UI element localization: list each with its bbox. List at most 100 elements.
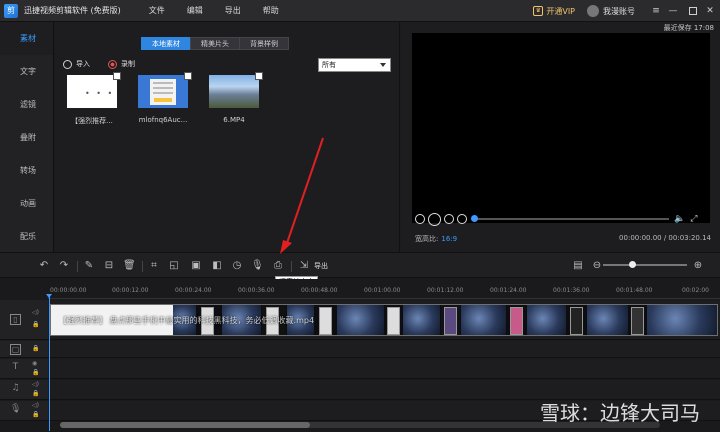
speed-icon[interactable]: ◷ [231,260,243,272]
video-lane: 【强烈推荐】 盘点那些手机中最实用的科技黑科技，务必低调收藏.mp4 [48,300,720,340]
nav-item-material[interactable]: 素材 [0,22,53,55]
undo-icon[interactable]: ↶ [38,260,50,272]
text-lane[interactable] [48,359,720,379]
microphone-icon[interactable]: 🎙 [251,260,264,272]
prev-frame-button[interactable] [415,214,425,224]
media-item[interactable]: • • • 【强烈推荐... [63,72,121,126]
nav-item-overlay[interactable]: 叠附 [0,121,53,154]
text-track-header: T ◉ 🔒 [0,359,48,379]
overlay-track-header: ▢ 🔒 [0,341,48,358]
mute-icon[interactable]: ◁) [32,381,39,388]
playback-controls: 🔈 ⤢ [415,212,715,226]
crop-icon[interactable]: ⌗ [148,260,160,272]
nav-item-animation[interactable]: 动画 [0,187,53,220]
playhead[interactable] [49,295,50,431]
lock-icon[interactable]: 🔒 [32,345,39,352]
document-image [150,79,176,105]
left-nav: 素材 文字 滤镜 叠附 转场 动画 配乐 [0,22,54,252]
export-icon[interactable]: ⇲ [298,260,310,272]
menu-edit[interactable]: 编辑 [187,5,203,16]
ruler-label: 00:00:24.00 [175,287,212,294]
overlay-lane[interactable] [48,341,720,358]
ruler-label: 00:01:00.00 [364,287,401,294]
record-button[interactable]: 录制 [108,59,135,69]
media-thumbnail [138,72,192,108]
playback-progress[interactable] [471,215,669,222]
select-checkbox[interactable] [113,72,121,80]
title-bar: 剪 迅捷视频剪辑软件 (免费版) 文件 编辑 导出 帮助 ♛ 开通VIP 我漫账… [0,0,720,22]
lock-icon[interactable]: 🔒 [32,411,39,418]
video-track-icon: ▯ [10,314,21,325]
account-button[interactable]: 我漫账号 [587,5,635,17]
ruler-label: 00:00:36.00 [238,287,275,294]
voice-track-icon: 🎙 [10,404,22,414]
nav-item-filter[interactable]: 滤镜 [0,88,53,121]
volume-icon[interactable]: 🔈 [674,214,685,224]
redo-icon[interactable]: ↷ [58,260,70,272]
ruler-label: 00:00:00.00 [50,287,87,294]
next-frame-button[interactable] [444,214,454,224]
freeze-icon[interactable]: ◧ [211,260,223,272]
minimize-icon[interactable]: — [666,6,680,16]
mosaic-icon[interactable]: ▣ [190,260,202,272]
ruler-label: 00:02:00 [682,287,709,294]
media-item[interactable]: 6.MP4 [205,72,263,126]
nav-item-text[interactable]: 文字 [0,55,53,88]
zoom-in-icon[interactable]: ⊕ [692,260,704,272]
fullscreen-icon[interactable]: ⤢ [690,214,697,224]
lock-icon[interactable]: 🔒 [32,390,39,397]
media-thumbnail: • • • [67,72,121,108]
aspect-ratio-value[interactable]: 16:9 [441,235,457,243]
stop-button[interactable] [457,214,467,224]
aspect-ratio[interactable]: 宽高比: 16:9 [415,234,457,244]
tab-local-media[interactable]: 本地素材 [141,37,191,50]
vip-button[interactable]: ♛ 开通VIP [533,6,575,17]
import-button[interactable]: 导入 [63,59,90,69]
scale-icon[interactable]: ◱ [168,260,180,272]
music-track-icon: ♫ [11,383,20,393]
mute-icon[interactable]: ◁) [32,309,39,316]
lock-icon[interactable]: 🔒 [32,321,39,328]
nav-item-music[interactable]: 配乐 [0,220,53,253]
select-checkbox[interactable] [255,72,263,80]
filter-value: 所有 [322,61,336,69]
tab-backgrounds[interactable]: 背景样例 [239,37,289,50]
close-icon[interactable]: ✕ [703,6,717,16]
menu-export[interactable]: 导出 [225,5,241,16]
fit-timeline-icon[interactable]: ▤ [572,260,584,272]
delete-icon[interactable]: 🗑 [123,260,136,272]
nav-item-transition[interactable]: 转场 [0,154,53,187]
speech-to-text-icon[interactable]: ⎙ [272,260,284,272]
text-track-icon: T [12,362,19,372]
last-saved-text: 最近保存 17:08 [663,24,714,32]
tab-intros[interactable]: 精美片头 [190,37,240,50]
menu-file[interactable]: 文件 [149,5,165,16]
play-button[interactable] [428,212,441,226]
time-display: 00:00:00.00 / 00:03:20.14 [619,234,711,242]
time-ruler[interactable]: 00:00:00.00 00:00:12.00 00:00:24.00 00:0… [48,279,720,299]
edit-icon[interactable]: ✎ [83,260,95,272]
progress-knob[interactable] [471,215,478,222]
zoom-slider-knob[interactable] [629,261,636,268]
record-label: 录制 [121,60,135,68]
maximize-icon[interactable] [689,7,697,15]
split-icon[interactable]: ⊟ [103,260,115,272]
menu-help[interactable]: 帮助 [263,5,279,16]
video-clip[interactable]: 【强烈推荐】 盘点那些手机中最实用的科技黑科技，务必低调收藏.mp4 [50,304,718,336]
mute-icon[interactable]: ◁) [32,402,39,409]
zoom-slider[interactable] [603,264,687,266]
media-caption: 【强烈推荐... [71,117,113,125]
ruler-label: 00:01:36.00 [553,287,590,294]
media-item[interactable]: mlofnq6Auc... [134,72,192,126]
media-filter-select[interactable]: 所有 [318,58,391,72]
scrollbar-thumb[interactable] [60,422,310,428]
zoom-out-icon[interactable]: ⊖ [591,260,603,272]
chevron-down-icon [380,63,386,67]
select-checkbox[interactable] [184,72,192,80]
menu-icon[interactable]: ≡ [649,6,663,16]
lock-icon[interactable]: 🔒 [32,369,39,376]
ruler-label: 00:01:24.00 [490,287,527,294]
visibility-icon[interactable]: ◉ [32,360,37,367]
media-caption: 6.MP4 [223,116,245,124]
export-button[interactable]: 导出 [314,261,328,271]
